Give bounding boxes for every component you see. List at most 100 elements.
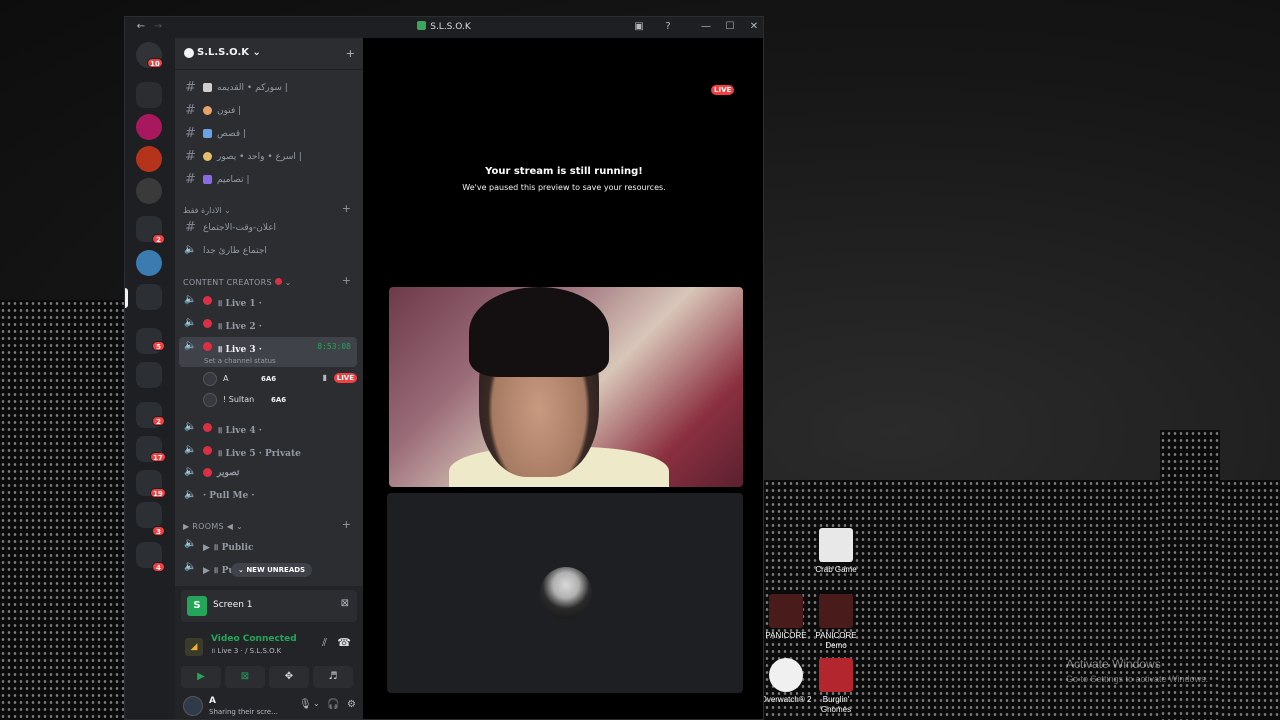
- server-badge: 2: [152, 416, 165, 426]
- voice-user-a[interactable]: A 6A6 ▮ LIVE: [203, 370, 357, 388]
- avatar: [540, 567, 592, 619]
- speaker-icon: 🔈: [184, 421, 197, 432]
- server-6a6-pink[interactable]: [136, 114, 162, 140]
- stream-paused-title: Your stream is still running!: [485, 166, 643, 177]
- category-admin[interactable]: الادارة فقط ⌄: [183, 206, 231, 215]
- microphone-icon[interactable]: 🎙: [299, 699, 312, 710]
- voice-channel-live-5[interactable]: 🔈 ॥ Live 5 · Private: [179, 441, 357, 461]
- user-bar: A Sharing their scre... 🎙 ⌄ 🎧 ⚙: [175, 693, 363, 719]
- video-subject-hair: [469, 287, 609, 377]
- voice-user-sultan[interactable]: ! Sultan 6A6: [203, 391, 357, 409]
- server-badge: 3: [152, 526, 165, 536]
- activate-windows-title: Activate Windows: [1066, 657, 1161, 671]
- voice-channel-public[interactable]: 🔈 ▶ ॥ Public: [179, 535, 357, 555]
- speaker-icon: 🔈: [184, 444, 197, 455]
- channel-admin-meeting[interactable]: 🔈 اجتماع طارئ جدا: [179, 241, 357, 261]
- screen-share-button[interactable]: ⊠: [225, 666, 265, 688]
- channel-timer: 8:53:08: [317, 342, 351, 351]
- stop-share-icon[interactable]: ⊠: [341, 598, 349, 609]
- speaker-icon: 🔈: [184, 317, 197, 328]
- server-name: S.L.S.O.K ⌄: [197, 47, 261, 58]
- folder-icon[interactable]: [136, 82, 162, 108]
- add-channel-icon[interactable]: +: [342, 274, 351, 287]
- voice-channel-live-2[interactable]: 🔈 ॥ Live 2 ·: [179, 314, 357, 334]
- server-header[interactable]: S.L.S.O.K ⌄ +: [175, 38, 363, 70]
- server-folder-4[interactable]: [136, 362, 162, 388]
- server-folder-8[interactable]: [136, 502, 162, 528]
- dm-badge: 10: [147, 58, 163, 68]
- channel-text-5[interactable]: # تصاميم |: [179, 170, 357, 190]
- panicore-icon: [769, 594, 803, 628]
- chevron-down-icon: ⌄: [252, 47, 261, 58]
- red-circle-icon: [203, 342, 212, 351]
- voice-channel-live-4[interactable]: 🔈 ॥ Live 4 ·: [179, 418, 357, 438]
- activities-button[interactable]: ✥: [269, 666, 309, 688]
- server-badge: 19: [150, 488, 166, 498]
- channel-admin-announce[interactable]: # اعلان-وقت-الاجتماع: [179, 218, 357, 238]
- desktop-icon-panicore[interactable]: PANICORE: [758, 594, 814, 641]
- red-circle-icon: [203, 423, 212, 432]
- desktop-icon-panicore-demo[interactable]: PANICORE Demo: [808, 594, 864, 651]
- panicore-demo-icon: [819, 594, 853, 628]
- desktop-icon-crab-game[interactable]: Crab Game: [808, 528, 864, 575]
- add-channel-icon[interactable]: +: [342, 518, 351, 531]
- palette-emoji-icon: [203, 106, 212, 115]
- live-badge: LIVE: [711, 85, 735, 95]
- video-tile[interactable]: [389, 287, 743, 487]
- keyboard-emoji-icon: [203, 83, 212, 92]
- signal-icon[interactable]: ◢: [185, 638, 203, 656]
- server-6a6-orange[interactable]: [136, 146, 162, 172]
- inbox-icon[interactable]: ▣: [631, 20, 647, 34]
- close-button[interactable]: ✕: [746, 20, 762, 34]
- server-folder-2[interactable]: [136, 284, 162, 310]
- no-entry-icon: [203, 468, 212, 477]
- voice-channel-pull-me[interactable]: 🔈 · Pull Me ·: [179, 486, 357, 506]
- channel-text-3[interactable]: # قصص |: [179, 124, 357, 144]
- minimize-button[interactable]: —: [698, 20, 714, 34]
- red-circle-icon: [274, 278, 282, 285]
- channel-text-1[interactable]: # سوركم • القديمه |: [179, 78, 357, 98]
- category-rooms[interactable]: ▶ ROOMS ◀ ⌄: [183, 522, 243, 531]
- voice-channel-live-3[interactable]: 🔈 ॥ Live 3 · 8:53:08 Set a channel statu…: [179, 337, 357, 367]
- voice-channel-photo[interactable]: 🔈 تصوير: [179, 463, 357, 483]
- burglin-gnomes-icon: [819, 658, 853, 692]
- voice-connection-status[interactable]: Video Connected: [211, 634, 297, 644]
- server-icon: [184, 48, 194, 58]
- hash-icon: #: [185, 103, 196, 118]
- category-content-creators[interactable]: CONTENT CREATORS ⌄: [183, 278, 292, 287]
- avatar[interactable]: [183, 696, 203, 716]
- maximize-button[interactable]: ☐: [722, 20, 738, 34]
- soundboard-button[interactable]: ♬: [313, 666, 353, 688]
- participant-tile[interactable]: [387, 493, 743, 693]
- voice-channel-name[interactable]: ॥ Live 3 · / S.L.S.O.K: [211, 647, 281, 656]
- add-member-icon[interactable]: +: [346, 47, 355, 60]
- channel-status[interactable]: Set a channel status: [204, 357, 276, 365]
- disconnect-icon[interactable]: ☎: [337, 636, 351, 649]
- stream-view: LIVE Your stream is still running! We've…: [363, 38, 763, 719]
- camera-button[interactable]: ▶: [181, 666, 221, 688]
- chevron-down-icon[interactable]: ⌄: [313, 699, 320, 708]
- desktop-icon-overwatch[interactable]: Overwatch® 2: [758, 658, 814, 705]
- book-emoji-icon: [203, 129, 212, 138]
- speaker-icon: 🔈: [184, 294, 197, 305]
- channel-text-2[interactable]: # فنون |: [179, 101, 357, 121]
- noise-suppression-icon[interactable]: ⫽: [322, 636, 327, 650]
- active-server-pill: [125, 288, 128, 308]
- server-badge: 17: [150, 452, 166, 462]
- server-6a6-white[interactable]: [136, 178, 162, 204]
- settings-icon[interactable]: ⚙: [347, 699, 356, 710]
- camera-icon: ▮: [322, 373, 327, 382]
- avatar: [203, 372, 217, 386]
- speaker-icon: 🔈: [184, 466, 197, 477]
- new-unreads-button[interactable]: ⌄ NEW UNREADS: [231, 563, 313, 577]
- server-ta[interactable]: [136, 250, 162, 276]
- voice-channel-live-1[interactable]: 🔈 ॥ Live 1 ·: [179, 291, 357, 311]
- add-channel-icon[interactable]: +: [342, 202, 351, 215]
- desktop-icon-burglin-gnomes[interactable]: Burglin' Gnomes: [808, 658, 864, 715]
- voice-panel: S Screen 1 ⊠ ◢ Video Connected ॥ Live 3 …: [175, 586, 363, 719]
- channel-text-4[interactable]: # اسرع • واحد • يصور |: [179, 147, 357, 167]
- server-icon: [417, 21, 427, 30]
- headphones-icon[interactable]: 🎧: [327, 699, 339, 710]
- screen-share-card[interactable]: S Screen 1 ⊠: [181, 590, 357, 622]
- help-icon[interactable]: ?: [660, 20, 676, 34]
